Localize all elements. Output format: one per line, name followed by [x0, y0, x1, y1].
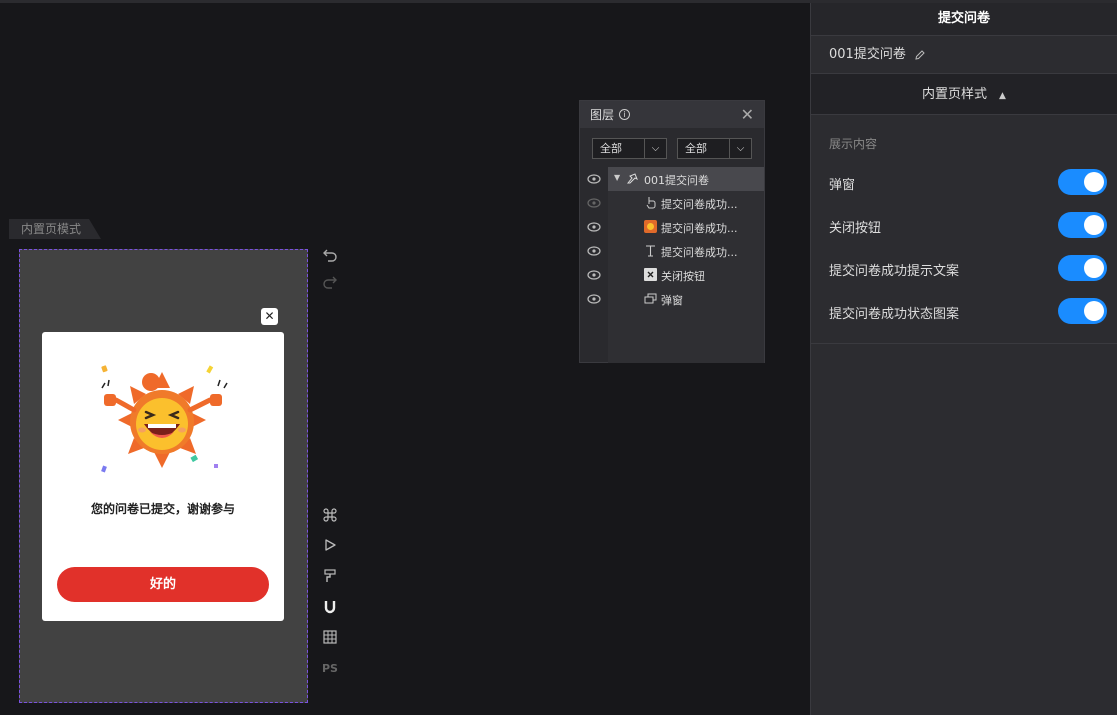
layer-row[interactable]: 弹窗 [580, 287, 764, 311]
chevron-down-icon: ⌵ [644, 139, 666, 158]
page-icon [626, 173, 638, 184]
undo-icon[interactable] [319, 244, 341, 266]
section-title: 内置页样式 [922, 87, 988, 102]
play-icon[interactable] [319, 534, 341, 556]
success-sun-illustration [98, 360, 228, 489]
toggle-row-success-image: 提交问卷成功状态图案 [829, 298, 1107, 324]
image-thumbnail-icon [644, 220, 657, 233]
layers-panel: 图层 i ✕ 全部 ⌵ 全部 ⌵ ▼ 001提交问卷 提交问卷成功... 提交问… [579, 100, 765, 363]
hand-pointer-icon [646, 197, 656, 209]
toggle-row-success-text: 提交问卷成功提示文案 [829, 255, 1107, 281]
close-button-toggle[interactable] [1058, 212, 1107, 238]
display-content-label: 展示内容 [829, 137, 878, 151]
success-message: 您的问卷已提交，谢谢参与 [90, 502, 235, 516]
layer-row[interactable]: 提交问卷成功... [580, 191, 764, 215]
layer-label: 001提交问卷 [644, 174, 709, 187]
eye-icon[interactable] [587, 221, 601, 233]
close-box-icon [644, 268, 657, 281]
info-icon[interactable]: i [619, 109, 631, 120]
layer-row[interactable]: 关闭按钮 [580, 263, 764, 287]
toggle-label: 弹窗 [829, 178, 856, 193]
layer-filter-state[interactable]: 全部 ⌵ [677, 138, 752, 159]
layer-root-row[interactable]: ▼ 001提交问卷 [608, 167, 764, 191]
caret-down-icon[interactable]: ▼ [614, 173, 620, 182]
page-name-row[interactable]: 001提交问卷 [811, 36, 1117, 74]
pencil-icon[interactable] [914, 49, 926, 61]
layer-label: 弹窗 [661, 294, 683, 307]
toggle-knob [1084, 258, 1104, 278]
layer-label: 关闭按钮 [661, 270, 705, 283]
ok-button[interactable]: 好的 [57, 567, 269, 602]
popup-close-button[interactable]: ✕ [261, 308, 278, 325]
page-name: 001提交问卷 [829, 46, 906, 62]
toggle-knob [1084, 215, 1104, 235]
layer-row[interactable]: 提交问卷成功... [580, 215, 764, 239]
layer-label: 提交问卷成功... [661, 222, 738, 235]
layers-header: 图层 i ✕ [580, 101, 764, 128]
paint-roller-icon[interactable] [319, 565, 341, 587]
caret-up-icon[interactable]: ▲ [999, 76, 1006, 117]
mode-tab[interactable]: 内置页模式 [9, 219, 102, 239]
toggle-row-popup: 弹窗 [829, 169, 1107, 195]
phone-canvas[interactable]: ✕ 您的问卷已提交，谢谢参与 好的 [19, 249, 308, 703]
panel-title: 提交问卷 [811, 3, 1117, 36]
toggle-label: 提交问卷成功提示文案 [829, 264, 960, 279]
window-icon [644, 293, 657, 304]
toggle-knob [1084, 301, 1104, 321]
success-text-toggle[interactable] [1058, 255, 1107, 281]
chevron-down-icon: ⌵ [729, 139, 751, 158]
eye-icon[interactable] [587, 245, 601, 257]
ps-button[interactable]: PS [319, 657, 341, 679]
grid-icon[interactable] [319, 626, 341, 648]
layer-label: 提交问卷成功... [661, 198, 738, 211]
success-image-toggle[interactable] [1058, 298, 1107, 324]
eye-icon[interactable] [587, 173, 601, 185]
command-icon[interactable] [319, 504, 341, 526]
text-icon [646, 245, 655, 257]
redo-icon[interactable] [319, 271, 341, 293]
layers-title: 图层 [590, 108, 615, 122]
layer-eye-root[interactable] [580, 167, 608, 191]
popup-toggle[interactable] [1058, 169, 1107, 195]
toggle-label: 关闭按钮 [829, 221, 882, 236]
layer-filter-type[interactable]: 全部 ⌵ [592, 138, 667, 159]
popup-card[interactable]: 您的问卷已提交，谢谢参与 好的 [42, 332, 284, 621]
eye-icon[interactable] [587, 269, 601, 281]
filter-value: 全部 [600, 142, 622, 155]
section-header-builtin-style[interactable]: 内置页样式 ▲ [811, 74, 1117, 115]
magnet-icon[interactable] [319, 596, 341, 618]
toggle-row-close-button: 关闭按钮 [829, 212, 1107, 238]
layer-row[interactable]: 提交问卷成功... [580, 239, 764, 263]
divider [811, 343, 1117, 344]
toggle-label: 提交问卷成功状态图案 [829, 307, 960, 322]
close-icon[interactable]: ✕ [741, 105, 754, 124]
eye-icon[interactable] [587, 197, 601, 209]
properties-panel: 提交问卷 001提交问卷 内置页样式 ▲ 展示内容 弹窗 关闭按钮 提交问卷成功提… [810, 3, 1117, 715]
toggle-knob [1084, 172, 1104, 192]
layer-label: 提交问卷成功... [661, 246, 738, 259]
eye-icon[interactable] [587, 293, 601, 305]
filter-value: 全部 [685, 142, 707, 155]
